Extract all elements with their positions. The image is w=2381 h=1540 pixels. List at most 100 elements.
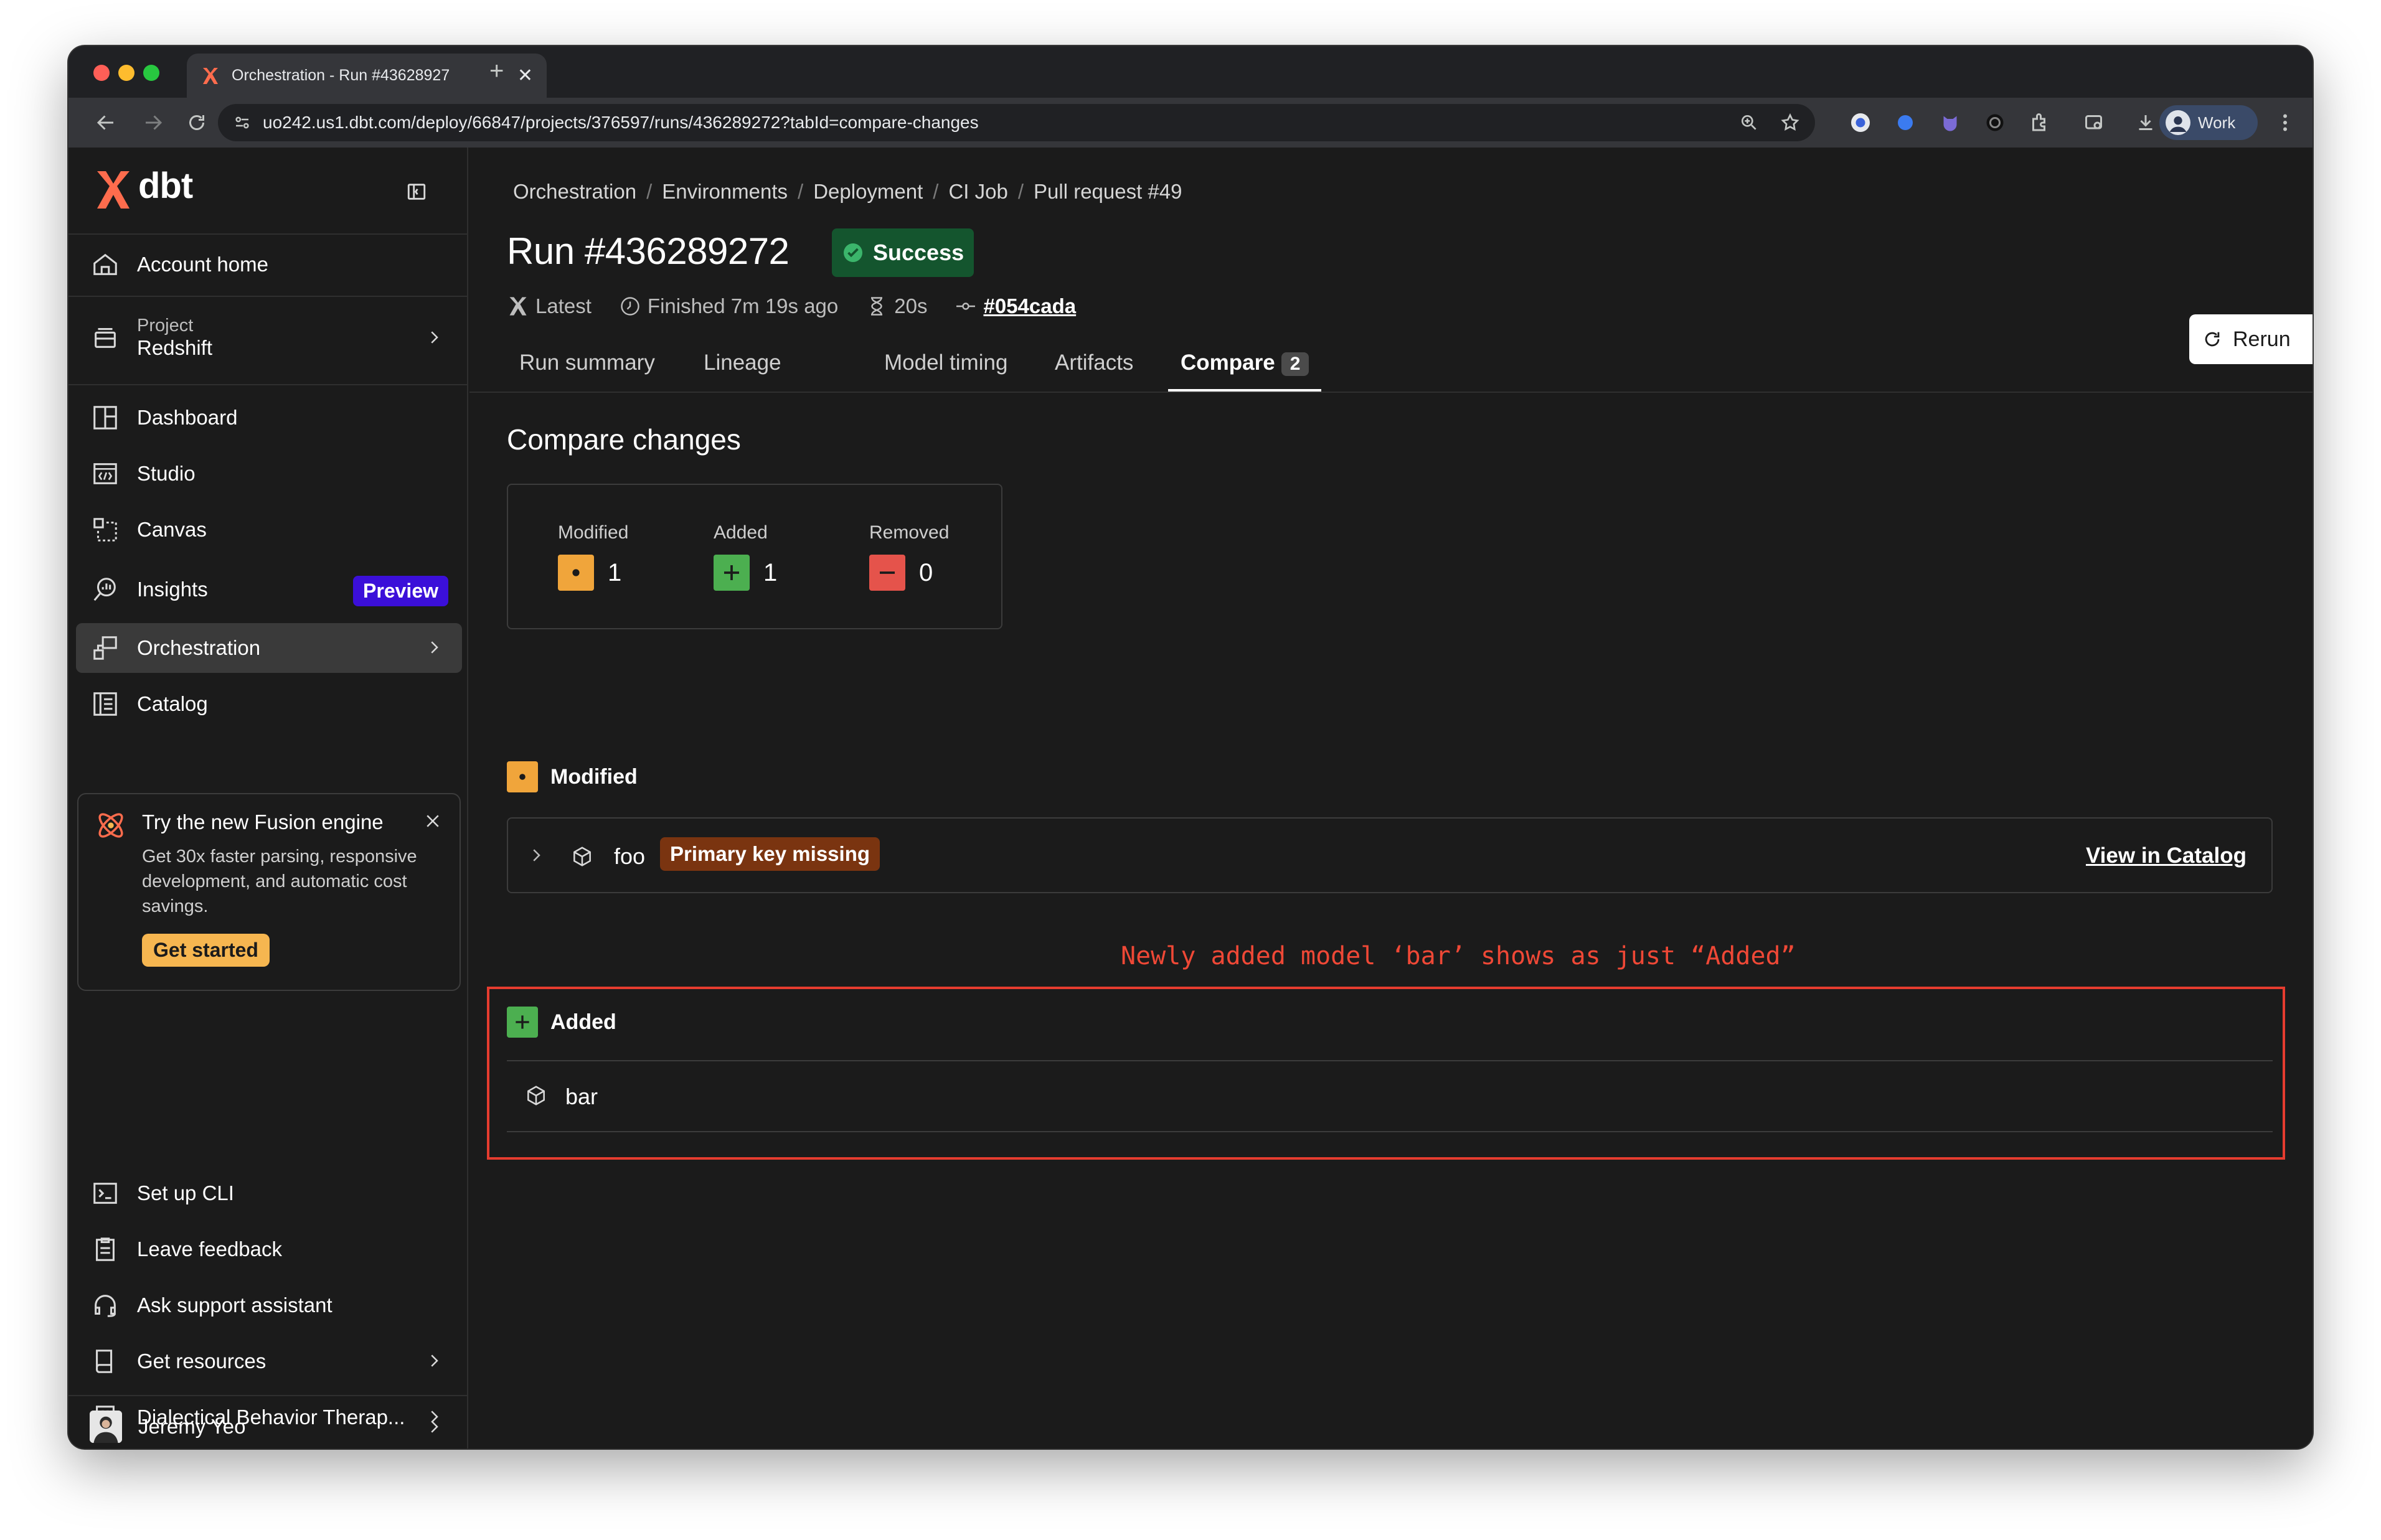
profile-button[interactable]: Work xyxy=(2159,105,2258,140)
sidebar-item-orchestration[interactable]: Orchestration xyxy=(76,623,462,673)
meta-duration: 20s xyxy=(865,294,927,318)
bookmark-star-icon[interactable] xyxy=(1780,113,1800,133)
extension-3-icon[interactable] xyxy=(1939,111,1961,134)
dbt-app: dbt Account home Project Redshift Dashbo… xyxy=(68,148,2313,1448)
get-started-button[interactable]: Get started xyxy=(142,934,270,967)
new-tab-button[interactable]: + xyxy=(489,57,504,85)
chevron-right-icon[interactable] xyxy=(527,846,545,865)
user-name: Jeremy Yeo xyxy=(138,1415,246,1438)
tab-run-summary[interactable]: Run summary xyxy=(519,350,655,392)
tab-search-icon[interactable] xyxy=(2083,111,2106,134)
dashboard-icon xyxy=(93,406,117,430)
tab-artifacts[interactable]: Artifacts xyxy=(1055,350,1133,392)
profile-avatar-icon xyxy=(2166,110,2190,135)
stat-modified-label: Modified xyxy=(558,522,629,543)
sidebar-item-setup-cli[interactable]: Set up CLI xyxy=(76,1168,462,1218)
clipboard-icon xyxy=(96,1237,115,1261)
modified-dot-icon xyxy=(558,555,594,591)
modified-model-row[interactable]: foo Primary key missing View in Catalog xyxy=(507,817,2273,893)
sidebar-item-account-home[interactable]: Account home xyxy=(76,240,462,289)
breadcrumb-separator: / xyxy=(933,180,939,203)
reload-icon[interactable] xyxy=(186,111,208,134)
site-settings-icon[interactable] xyxy=(233,113,252,132)
compare-count-badge: 2 xyxy=(1281,352,1309,376)
profile-label: Work xyxy=(2198,113,2236,132)
collapse-sidebar-icon[interactable] xyxy=(406,181,427,202)
stat-modified-value: 1 xyxy=(608,558,622,586)
breadcrumb-pull-request[interactable]: Pull request #49 xyxy=(1034,180,1182,204)
sidebar-item-get-resources[interactable]: Get resources xyxy=(76,1336,462,1386)
address-bar[interactable]: uo242.us1.dbt.com/deploy/66847/projects/… xyxy=(218,104,1815,141)
stat-removed: Removed 0 xyxy=(869,522,949,591)
orchestration-icon xyxy=(93,636,117,660)
sidebar-item-studio[interactable]: Studio xyxy=(76,449,462,499)
tab-compare[interactable]: Compare 2 xyxy=(1168,350,1322,392)
breadcrumb-ci-job[interactable]: CI Job xyxy=(948,180,1007,204)
chevron-right-icon xyxy=(431,331,438,344)
project-caption: Project xyxy=(137,315,194,336)
sidebar-item-insights[interactable]: Insights Preview xyxy=(76,565,462,614)
browser-menu-icon[interactable] xyxy=(2274,111,2296,134)
extensions-puzzle-icon[interactable] xyxy=(2029,111,2051,134)
fusion-promo-card: Try the new Fusion engine Get 30x faster… xyxy=(77,793,461,991)
run-meta: Latest Finished 7m 19s ago 20s #054cada xyxy=(507,294,1103,318)
stat-added: Added 1 xyxy=(714,522,777,591)
tab-close-icon[interactable]: ✕ xyxy=(517,65,533,87)
breadcrumb: Orchestration / Environments / Deploymen… xyxy=(513,180,1182,204)
added-model-row[interactable]: bar xyxy=(507,1063,2273,1131)
catalog-icon xyxy=(93,692,117,716)
modified-group-header: Modified xyxy=(507,761,638,792)
browser-tabstrip: Orchestration - Run #43628927 ✕ + xyxy=(68,46,2313,98)
minimize-window-button[interactable] xyxy=(118,65,134,81)
added-plus-icon xyxy=(714,555,750,591)
user-menu[interactable]: Jeremy Yeo xyxy=(76,1405,462,1448)
book-icon xyxy=(96,1350,113,1373)
dbt-favicon-icon xyxy=(203,67,218,84)
headset-icon xyxy=(95,1295,116,1317)
sidebar-item-label: Account home xyxy=(137,253,268,276)
back-arrow-icon[interactable] xyxy=(95,111,117,134)
sidebar-item-label: Studio xyxy=(137,462,196,485)
model-name: foo xyxy=(614,843,646,869)
breadcrumb-environments[interactable]: Environments xyxy=(662,180,788,204)
sidebar-item-canvas[interactable]: Canvas xyxy=(76,505,462,555)
stat-removed-label: Removed xyxy=(869,522,950,543)
sidebar-item-support-assistant[interactable]: Ask support assistant xyxy=(76,1280,462,1330)
sidebar-item-dashboard[interactable]: Dashboard xyxy=(76,393,462,443)
tab-compare-label: Compare xyxy=(1181,350,1275,375)
project-name: Redshift xyxy=(137,336,213,359)
tab-model-timing[interactable]: Model timing xyxy=(884,350,1007,392)
compare-stats: Modified 1 Added 1 Removed 0 xyxy=(507,484,1002,629)
breadcrumb-orchestration[interactable]: Orchestration xyxy=(513,180,636,204)
maximize-window-button[interactable] xyxy=(143,65,159,81)
zoom-icon[interactable] xyxy=(1739,113,1759,133)
model-cube-icon xyxy=(573,847,591,866)
sidebar-header: dbt xyxy=(68,148,467,235)
main-content: Orchestration / Environments / Deploymen… xyxy=(469,148,2313,1448)
avatar xyxy=(90,1411,122,1443)
view-in-catalog-link[interactable]: View in Catalog xyxy=(2086,843,2247,868)
sidebar-item-leave-feedback[interactable]: Leave feedback xyxy=(76,1224,462,1274)
sidebar-divider xyxy=(68,1395,467,1396)
download-icon[interactable] xyxy=(2134,111,2157,134)
sidebar-item-catalog[interactable]: Catalog xyxy=(76,679,462,729)
dbt-logo-icon[interactable] xyxy=(93,169,133,211)
browser-window: Orchestration - Run #43628927 ✕ + uo242.… xyxy=(68,46,2313,1448)
extension-4-icon[interactable] xyxy=(1984,111,2006,134)
extension-1-icon[interactable] xyxy=(1849,111,1872,134)
meta-commit: #054cada xyxy=(955,294,1076,318)
meta-finished: Finished 7m 19s ago xyxy=(619,294,838,318)
tab-lineage[interactable]: Lineage xyxy=(704,350,781,392)
breadcrumb-separator: / xyxy=(1017,180,1024,203)
chevron-right-icon xyxy=(431,641,438,654)
studio-code-icon xyxy=(93,463,117,484)
check-circle-icon xyxy=(844,243,862,262)
sidebar-item-project[interactable]: Project Redshift xyxy=(76,303,462,372)
close-window-button[interactable] xyxy=(93,65,110,81)
forward-arrow-icon[interactable] xyxy=(142,111,164,134)
extension-2-icon[interactable] xyxy=(1894,111,1917,134)
promo-title: Try the new Fusion engine xyxy=(142,810,384,833)
breadcrumb-deployment[interactable]: Deployment xyxy=(813,180,923,204)
close-icon[interactable] xyxy=(423,812,442,830)
commit-link[interactable]: #054cada xyxy=(983,294,1076,318)
